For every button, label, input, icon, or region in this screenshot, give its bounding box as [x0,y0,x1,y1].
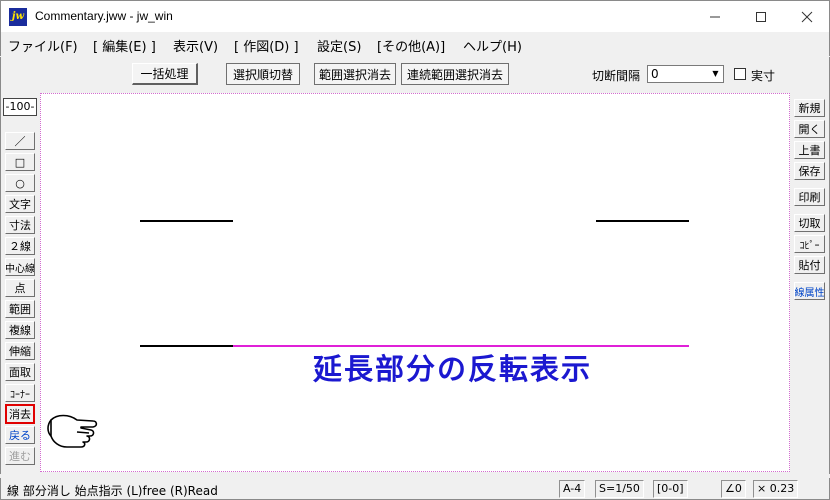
maximize-button[interactable] [738,1,784,32]
extension-annotation: 延長部分の反転表示 [312,352,592,386]
menu-help[interactable]: ヘルプ(H) [463,36,522,55]
left-tool-palette: -100- ／ □ ○ 文字 寸法 ２線 中心線 点 範囲 複線 伸縮 面取 ｺ… [0,92,38,474]
menu-settings[interactable]: 設定(S) [317,36,361,55]
maximize-icon [756,11,766,22]
stretch-tool[interactable]: 伸縮 [5,342,35,360]
minimize-button[interactable] [692,1,738,32]
dimension-tool[interactable]: 寸法 [5,216,35,234]
batch-process-button[interactable]: 一括処理 [132,63,198,85]
range-tool[interactable]: 範囲 [5,300,35,318]
cut-interval-combo[interactable]: 0 ▼ [647,65,724,83]
corner-tool[interactable]: ｺｰﾅｰ [5,384,35,402]
actual-size-checkbox[interactable] [734,68,746,80]
line-attribute-button[interactable]: 線属性 [794,282,825,300]
cut-interval-value: 0 [651,67,659,81]
angle-indicator[interactable]: ∠0 [721,480,746,498]
overwrite-button[interactable]: 上書 [794,141,825,159]
pointing-hand-icon [47,414,98,448]
scale-status-indicator[interactable]: S=1/50 [595,480,644,498]
chamfer-tool[interactable]: 面取 [5,363,35,381]
range-select-erase-button[interactable]: 範囲選択消去 [314,63,396,85]
scale-indicator[interactable]: -100- [3,98,37,116]
text-tool[interactable]: 文字 [5,195,35,213]
window-title: Commentary.jww - jw_win [35,9,173,23]
menu-edit[interactable]: [ 編集(E) ] [93,36,156,55]
erase-tool[interactable]: 消去 [5,404,35,424]
title-bar: jw Commentary.jww - jw_win [0,0,830,32]
minimize-icon [710,16,720,17]
menu-bar: ファイル(F) [ 編集(E) ] 表示(V) [ 作図(D) ] 設定(S) … [0,32,830,56]
menu-other[interactable]: [その他(A)] [377,36,445,55]
right-tool-palette: 新規 開く 上書 保存 印刷 切取 ｺﾋﾟｰ 貼付 線属性 [790,92,830,474]
drawing-svg: 延長部分の反転表示 [47,220,689,448]
status-message: 線 部分消し 始点指示 (L)free (R)Read [7,484,218,498]
save-button[interactable]: 保存 [794,162,825,180]
copy-button[interactable]: ｺﾋﾟｰ [794,235,825,253]
menu-file[interactable]: ファイル(F) [8,36,78,55]
circle-tool[interactable]: ○ [5,174,35,192]
rectangle-tool[interactable]: □ [5,153,35,171]
close-icon [801,11,813,22]
cut-button[interactable]: 切取 [794,214,825,232]
open-file-button[interactable]: 開く [794,120,825,138]
point-tool[interactable]: 点 [5,279,35,297]
control-bar: 一括処理 選択順切替 範囲選択消去 連続範囲選択消去 切断間隔 0 ▼ 実寸 [0,57,830,92]
redo-tool[interactable]: 進む [5,447,35,465]
actual-size-label: 実寸 [751,69,776,83]
center-line-tool[interactable]: 中心線 [5,258,35,276]
paper-size-indicator[interactable]: A-4 [559,480,586,498]
toggle-selection-order-button[interactable]: 選択順切替 [226,63,300,85]
zoom-factor-indicator[interactable]: × 0.23 [753,480,799,498]
new-file-button[interactable]: 新規 [794,99,825,117]
menu-view[interactable]: 表示(V) [173,36,218,55]
line-tool[interactable]: ／ [5,132,35,150]
print-button[interactable]: 印刷 [794,188,825,206]
dropdown-arrow-icon[interactable]: ▼ [708,66,723,82]
undo-tool[interactable]: 戻る [5,426,35,444]
continuous-range-erase-button[interactable]: 連続範囲選択消去 [401,63,509,85]
close-button[interactable] [784,1,830,32]
double-line-tool[interactable]: ２線 [5,237,35,255]
paste-button[interactable]: 貼付 [794,256,825,274]
jw-app-icon: jw [9,8,27,26]
layer-indicator[interactable]: [0-0] [653,480,688,498]
menu-draw[interactable]: [ 作図(D) ] [234,36,299,55]
parallel-line-tool[interactable]: 複線 [5,321,35,339]
status-bar: 線 部分消し 始点指示 (L)free (R)Read A-4 S=1/50 [… [0,478,830,500]
drawing-canvas[interactable]: 延長部分の反転表示 [40,93,790,472]
cut-interval-label: 切断間隔 [592,69,641,83]
